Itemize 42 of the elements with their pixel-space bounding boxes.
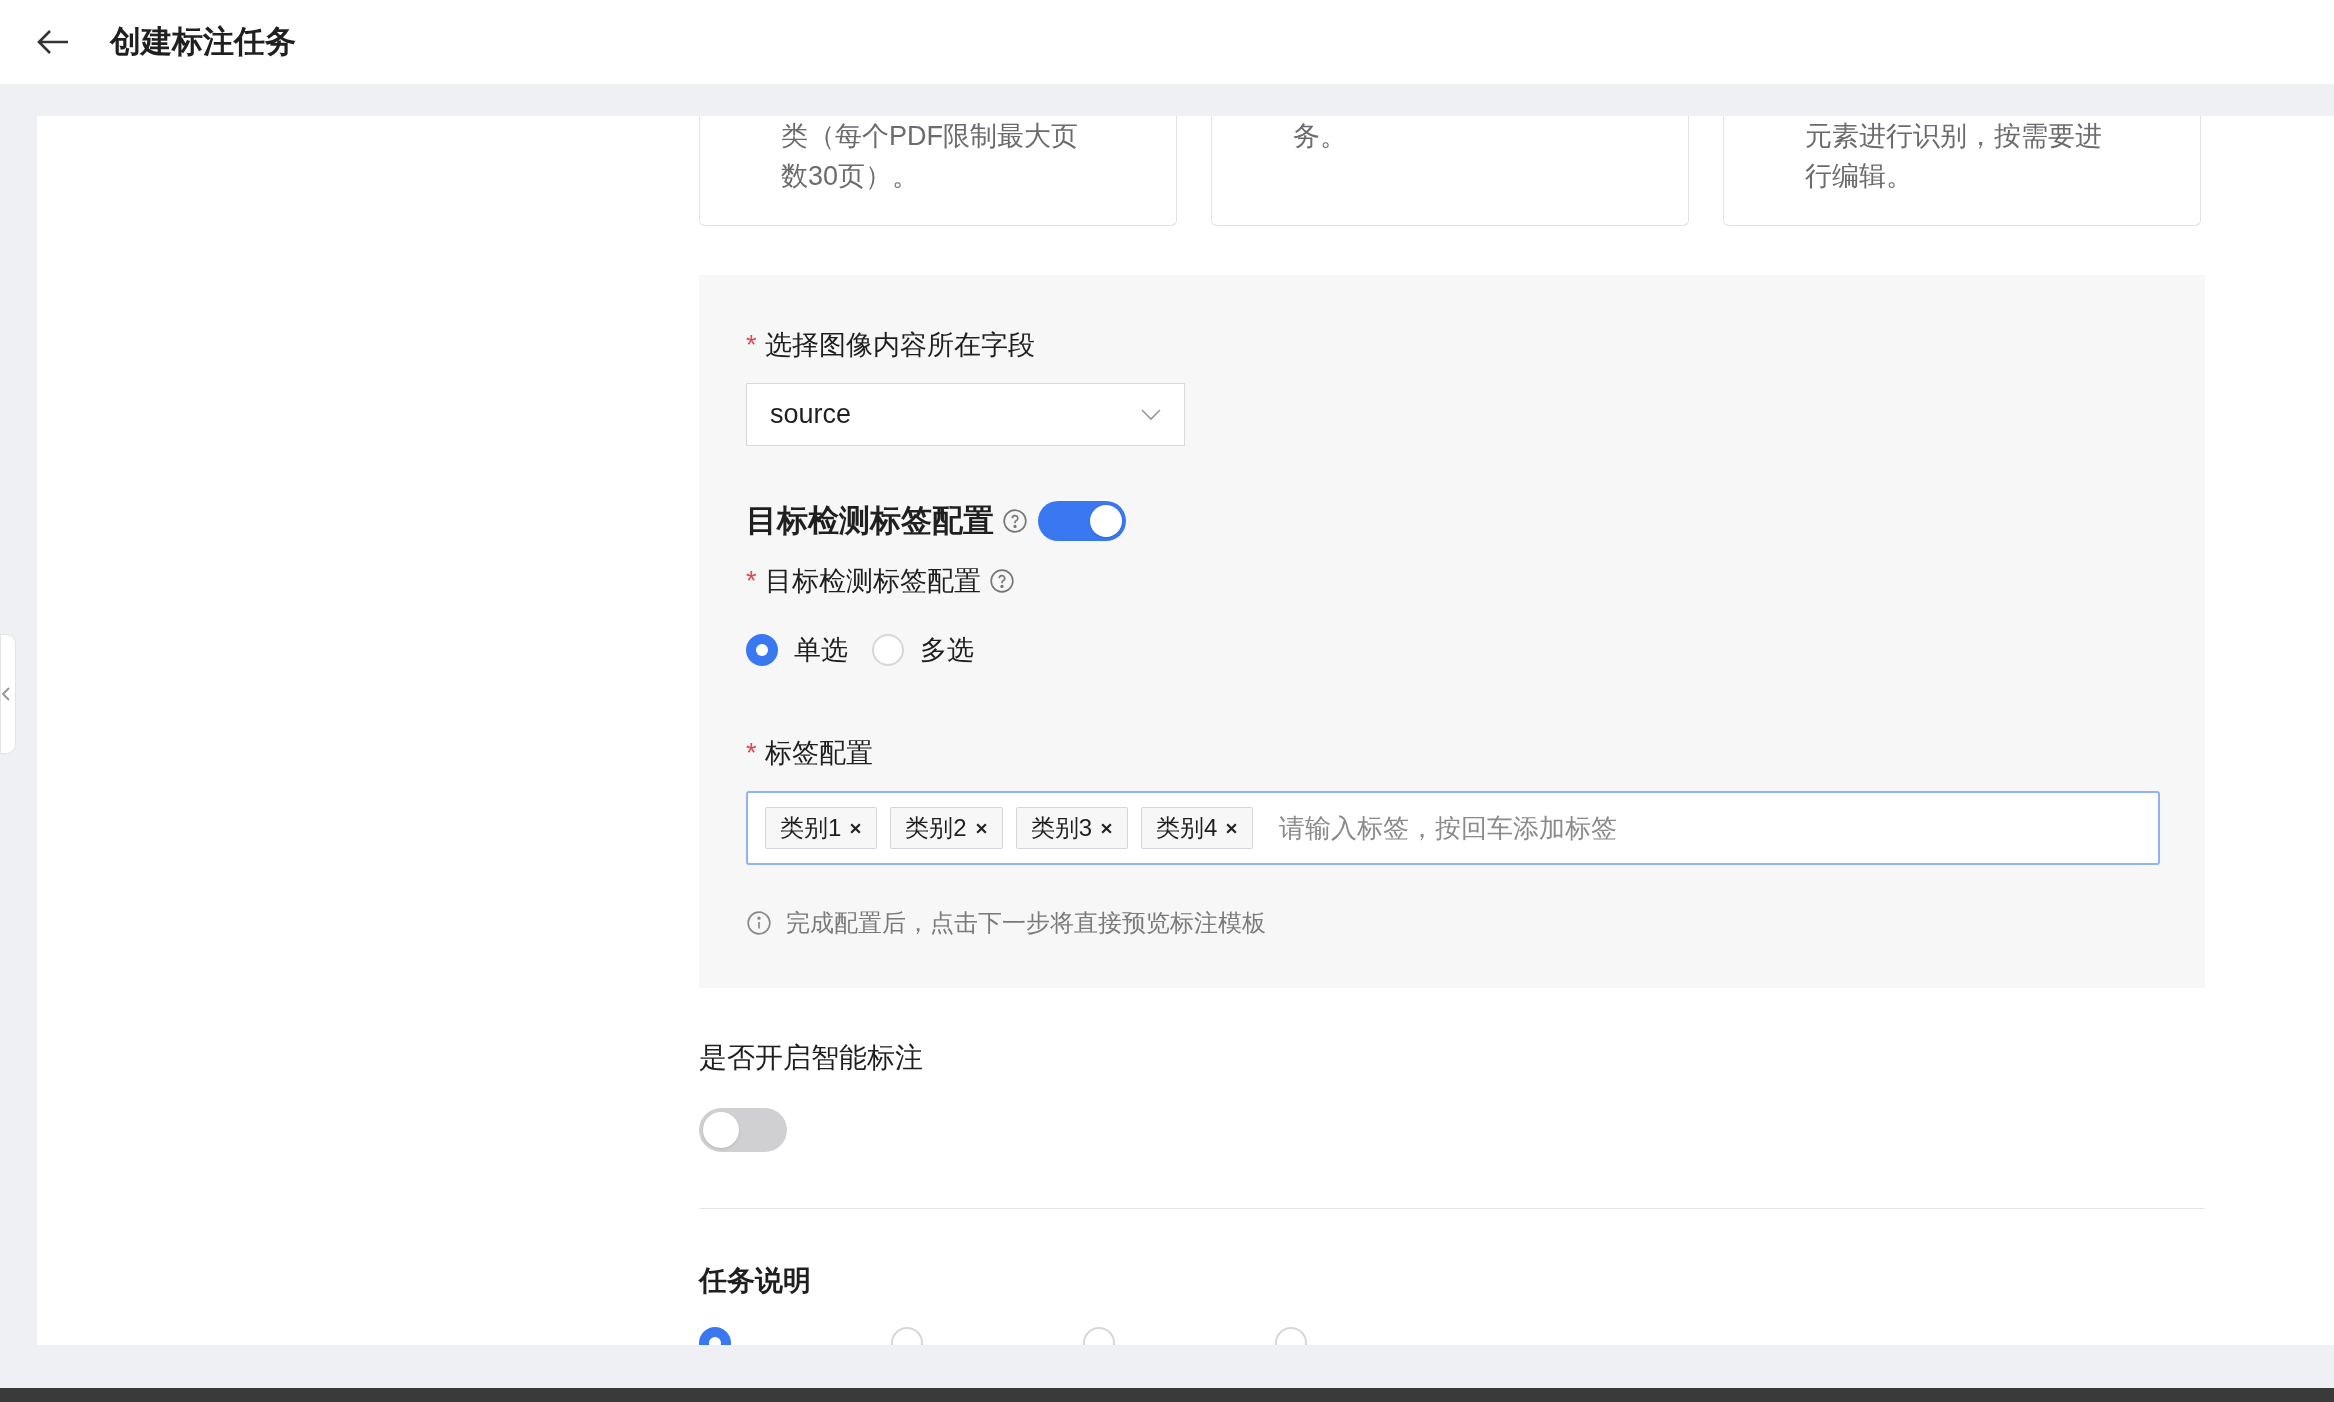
- radio-button[interactable]: [746, 634, 778, 666]
- back-arrow-icon[interactable]: [36, 28, 70, 56]
- close-icon[interactable]: [849, 821, 863, 835]
- tag-chip[interactable]: 类别3: [1015, 807, 1129, 849]
- select-value: source: [770, 398, 852, 432]
- help-icon[interactable]: [988, 568, 1015, 594]
- option-card[interactable]: 务。: [1211, 116, 1689, 226]
- radio-label[interactable]: 多选: [920, 629, 974, 671]
- side-collapse-handle[interactable]: [0, 634, 16, 754]
- label-text: 标签配置: [764, 736, 873, 770]
- label-text: 选择图像内容所在字段: [764, 329, 1035, 362]
- card-description: 类（每个PDF限制最大页 数30页）。: [781, 120, 1079, 193]
- tag-chip[interactable]: 类别1: [765, 807, 878, 849]
- hint-text: 完成配置后，点击下一步将直接预览标注模板: [786, 908, 1266, 938]
- close-icon[interactable]: [1225, 821, 1239, 835]
- section-title: 目标检测标签配置: [746, 501, 994, 540]
- required-mark: *: [746, 564, 757, 598]
- tag-chip[interactable]: 类别2: [890, 807, 1003, 849]
- label-text: 目标检测标签配置: [764, 564, 981, 598]
- tag-input[interactable]: 请输入标签，按回车添加标签: [1279, 808, 2158, 848]
- toggle-switch[interactable]: [699, 1108, 787, 1152]
- radio-label[interactable]: 单选: [794, 629, 848, 671]
- help-icon[interactable]: [1002, 508, 1028, 534]
- chevron-left-icon[interactable]: [1, 686, 11, 702]
- option-card[interactable]: 元素进行识别，按需要进 行编辑。: [1723, 116, 2201, 226]
- option-card[interactable]: 类（每个PDF限制最大页 数30页）。: [699, 116, 1177, 226]
- card-description: 元素进行识别，按需要进 行编辑。: [1805, 120, 2103, 193]
- required-mark: *: [746, 736, 757, 770]
- radio-button[interactable]: [872, 634, 904, 666]
- close-icon[interactable]: [1100, 821, 1114, 835]
- field-label: 是否开启智能标注: [699, 1041, 924, 1075]
- tag-input-field[interactable]: 类别1 类别2 类别3 类别4 请输入标签，按回车添加标签: [746, 791, 2160, 865]
- close-icon[interactable]: [974, 821, 988, 835]
- tag-chip[interactable]: 类别4: [1141, 807, 1254, 849]
- toggle-switch[interactable]: [1038, 501, 1126, 541]
- required-mark: *: [746, 329, 757, 362]
- section-title: 任务说明: [699, 1264, 812, 1298]
- select-field[interactable]: source: [746, 383, 1185, 446]
- info-icon: [746, 910, 772, 936]
- page-title: 创建标注任务: [110, 22, 296, 61]
- chevron-down-icon: [1141, 408, 1161, 421]
- card-description: 务。: [1293, 120, 1348, 153]
